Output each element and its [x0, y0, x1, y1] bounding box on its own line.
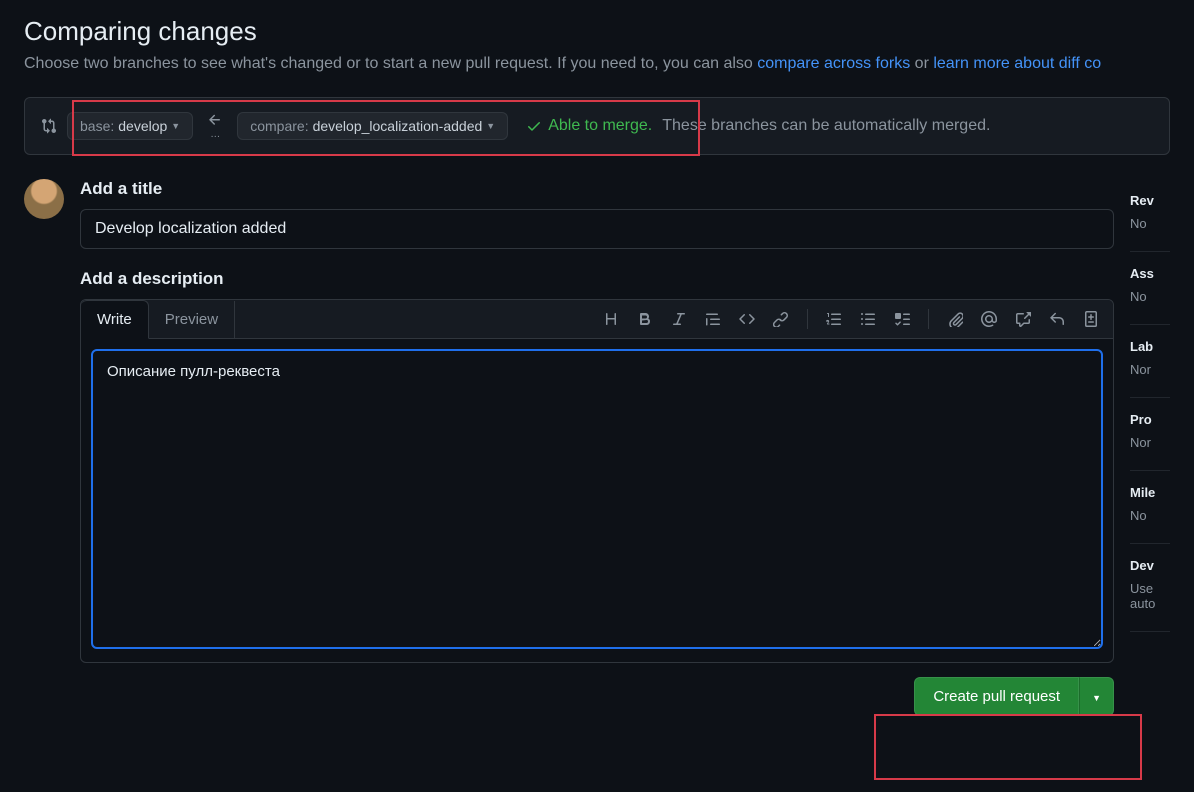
description-editor: Write Preview	[80, 299, 1114, 663]
attach-icon[interactable]	[947, 311, 963, 327]
sidebar-development[interactable]: Dev Use auto	[1130, 544, 1170, 632]
markdown-toolbar	[603, 309, 1113, 329]
reply-icon[interactable]	[1049, 311, 1065, 327]
link-icon[interactable]	[773, 311, 789, 327]
title-label: Add a title	[80, 179, 1114, 199]
merge-note: These branches can be automatically merg…	[662, 117, 990, 135]
compare-branch-select[interactable]: compare: develop_localization-added ▼	[237, 112, 508, 140]
toolbar-separator	[928, 309, 929, 329]
create-pull-request-dropdown[interactable]: ▼	[1079, 677, 1114, 716]
page-title: Comparing changes	[24, 16, 1170, 47]
sidebar-milestone[interactable]: Mile No	[1130, 471, 1170, 544]
merge-status: Able to merge.	[526, 117, 652, 135]
chevron-down-icon: ▼	[486, 121, 495, 131]
sidebar-assignees[interactable]: Ass No	[1130, 252, 1170, 325]
sidebar-labels[interactable]: Lab Nor	[1130, 325, 1170, 398]
ordered-list-icon[interactable]	[826, 311, 842, 327]
desc-label: Add a description	[80, 269, 1114, 289]
quote-icon[interactable]	[705, 311, 721, 327]
task-list-icon[interactable]	[894, 311, 910, 327]
learn-more-link[interactable]: learn more about diff co	[933, 55, 1101, 72]
create-pull-request-button[interactable]: Create pull request	[914, 677, 1079, 716]
sidebar-projects[interactable]: Pro Nor	[1130, 398, 1170, 471]
mention-icon[interactable]	[981, 311, 997, 327]
git-compare-icon	[41, 118, 57, 134]
branch-compare-bar: base: develop ▼ … compare: develop_local…	[24, 97, 1170, 155]
tab-write[interactable]: Write	[81, 300, 149, 339]
compare-forks-link[interactable]: compare across forks	[757, 55, 910, 72]
page-subtitle: Choose two branches to see what's change…	[24, 55, 1170, 73]
unordered-list-icon[interactable]	[860, 311, 876, 327]
sidebar-reviewers[interactable]: Rev No	[1130, 179, 1170, 252]
tab-preview[interactable]: Preview	[149, 301, 235, 338]
check-icon	[526, 118, 542, 134]
sidebar: Rev No Ass No Lab Nor Pro Nor Mile No De…	[1130, 179, 1170, 730]
cross-reference-icon[interactable]	[1015, 311, 1031, 327]
italic-icon[interactable]	[671, 311, 687, 327]
bold-icon[interactable]	[637, 311, 653, 327]
heading-icon[interactable]	[603, 311, 619, 327]
arrow-left-icon: …	[203, 112, 227, 140]
chevron-down-icon: ▼	[171, 121, 180, 131]
base-branch-select[interactable]: base: develop ▼	[67, 112, 193, 140]
avatar	[24, 179, 64, 219]
toolbar-separator	[807, 309, 808, 329]
chevron-down-icon: ▼	[1092, 693, 1101, 703]
pr-title-input[interactable]	[80, 209, 1114, 249]
diff-icon[interactable]	[1083, 311, 1099, 327]
code-icon[interactable]	[739, 311, 755, 327]
pr-description-textarea[interactable]	[91, 349, 1103, 649]
